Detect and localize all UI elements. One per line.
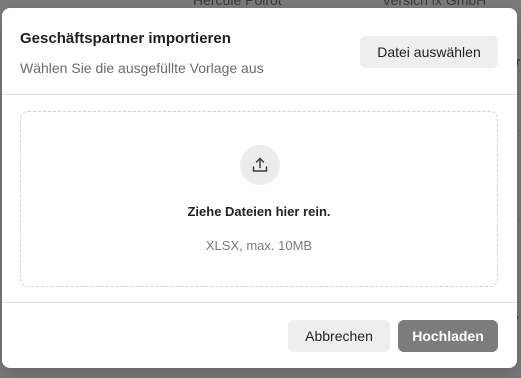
dropzone-text: Ziehe Dateien hier rein. <box>187 204 331 219</box>
cancel-button[interactable]: Abbrechen <box>288 320 390 352</box>
upload-icon-container <box>240 145 280 185</box>
dropzone-hint: XLSX, max. 10MB <box>205 238 313 253</box>
dialog-footer: Abbrechen Hochladen <box>2 302 517 368</box>
import-dialog: Geschäftspartner importieren Wählen Sie … <box>2 8 517 368</box>
upload-icon <box>252 157 268 172</box>
upload-button[interactable]: Hochladen <box>398 320 498 352</box>
background-table-cell: Versich ix GmbH <box>382 0 487 8</box>
dialog-header: Geschäftspartner importieren Wählen Sie … <box>2 8 517 95</box>
file-dropzone[interactable]: Ziehe Dateien hier rein. XLSX, max. 10MB <box>20 111 498 287</box>
dialog-title: Geschäftspartner importieren <box>20 30 231 47</box>
select-file-button[interactable]: Datei auswählen <box>360 36 498 68</box>
dialog-subtitle: Wählen Sie die ausgefüllte Vorlage aus <box>20 60 264 76</box>
background-table-cell: Hercule Poirot <box>193 0 282 8</box>
